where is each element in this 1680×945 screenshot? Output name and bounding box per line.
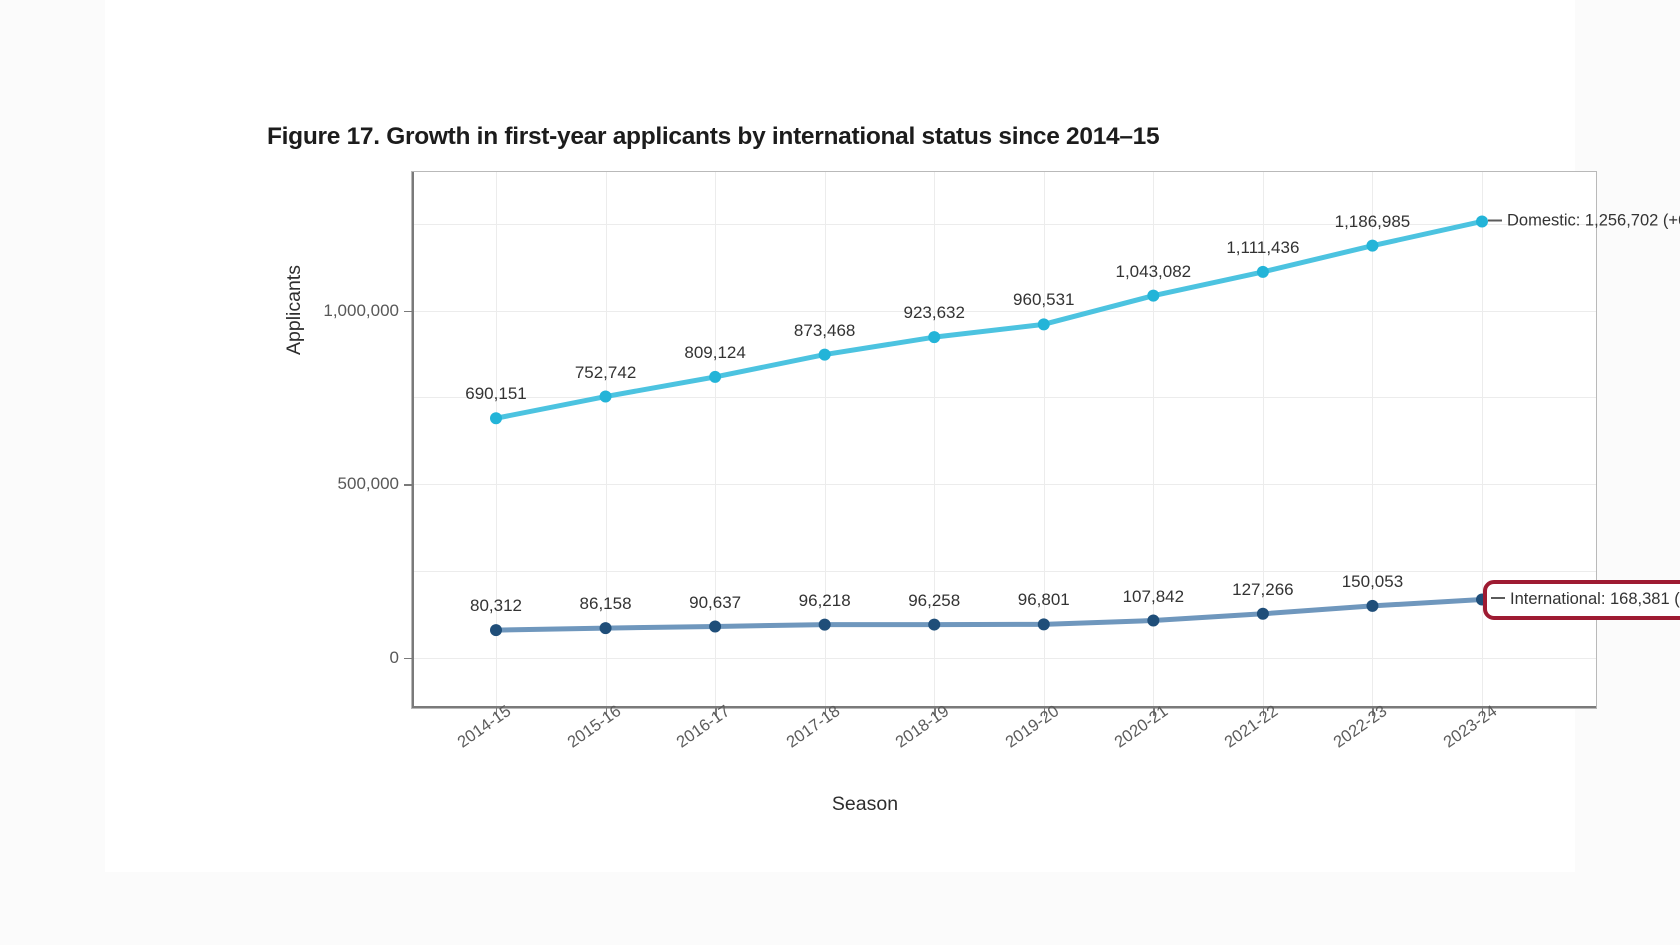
y-tick-label: 500,000 (337, 474, 399, 494)
international-end-label-highlighted: International: 168,381 (+12%) (1483, 579, 1680, 620)
plot-frame: 0 500,000 1,000,000 2014-15 2015-16 2016-17 2… (323, 171, 1680, 751)
plot-area: 0 500,000 1,000,000 2014-15 2015-16 2016-17 2… (323, 172, 1680, 751)
x-tick-label: 2016-17 (673, 702, 734, 752)
figure-card: Figure 17. Growth in first-year applican… (105, 0, 1680, 872)
y-axis-spine (412, 172, 414, 708)
data-point-label: 873,468 (793, 320, 856, 340)
gridline-vertical (934, 172, 936, 708)
data-point-label: 107,842 (1122, 586, 1185, 606)
x-axis-title-text: Season (831, 793, 899, 815)
x-tick-label: 2019-20 (1002, 702, 1063, 752)
gridline-horizontal (412, 658, 1596, 659)
x-tick-label: 2014-15 (454, 702, 515, 752)
data-point-label: 96,218 (798, 590, 851, 610)
data-point-label: 809,124 (684, 342, 746, 362)
gridline-horizontal (412, 310, 1596, 312)
gridline-vertical (824, 172, 826, 708)
data-point-label: 80,312 (470, 596, 522, 616)
y-tick-label: 0 (389, 648, 399, 667)
gridline-vertical (1482, 172, 1483, 708)
data-point-label: 127,266 (1232, 579, 1294, 599)
gridline-horizontal (412, 484, 1596, 486)
y-axis-title: Applicants (283, 265, 305, 355)
data-point-label: 96,801 (1017, 590, 1070, 610)
y-tick-mark (404, 310, 412, 313)
page-background: Figure 17. Growth in first-year applican… (0, 0, 1680, 945)
callout-leader-line (1488, 219, 1502, 222)
series-line-domestic (493, 218, 1485, 421)
series-lines (490, 215, 1488, 637)
gridline-vertical (496, 172, 497, 708)
domestic-end-label: Domestic: 1,256,702 (+6%) (1488, 212, 1680, 231)
data-point-label: 1,186,985 (1334, 211, 1411, 231)
international-end-label-text: International: 168,381 (+12%) (1510, 589, 1680, 608)
gridline-vertical (715, 172, 717, 708)
data-point-label: 150,053 (1341, 571, 1404, 591)
gridline-horizontal (412, 223, 1596, 225)
x-tick-label: 2015-16 (563, 702, 624, 752)
data-point-label: 1,111,436 (1226, 237, 1300, 257)
series-line-international (493, 597, 1485, 633)
page-title: Figure 17. Growth in first-year applican… (267, 123, 1160, 150)
gridline-horizontal (412, 571, 1596, 573)
gridline-vertical (1372, 172, 1374, 708)
gridline-vertical (605, 172, 607, 708)
data-point-label: 960,531 (1013, 290, 1075, 310)
data-point-label: 690,151 (465, 384, 527, 404)
data-point-label: 86,158 (579, 594, 632, 614)
domestic-end-label-text: Domestic: 1,256,702 (+6%) (1507, 211, 1680, 230)
y-tick-mark (404, 484, 412, 486)
y-tick-label: 1,000,000 (323, 300, 399, 320)
x-tick-label: 2020-21 (1111, 702, 1172, 752)
x-tick-label: 2023-24 (1440, 702, 1501, 752)
gridline-vertical (1043, 172, 1045, 708)
data-point-label: 90,637 (689, 592, 742, 612)
x-tick-label: 2021-22 (1221, 702, 1282, 752)
data-point-label: 96,258 (908, 590, 961, 610)
x-axis-spine (412, 706, 1596, 708)
y-tick-mark (404, 658, 412, 660)
callout-leader-line (1491, 597, 1505, 599)
data-point-label: 1,043,082 (1115, 261, 1192, 281)
data-point-label: 923,632 (903, 303, 965, 323)
x-tick-label: 2018-19 (892, 702, 953, 752)
gridline-horizontal (412, 397, 1596, 399)
gridline-vertical (1153, 172, 1155, 708)
x-tick-label: 2022-23 (1330, 702, 1391, 752)
x-axis-title: Season (105, 793, 1575, 816)
x-tick-label: 2017-18 (783, 702, 843, 752)
data-point-label: 752,742 (574, 362, 637, 382)
